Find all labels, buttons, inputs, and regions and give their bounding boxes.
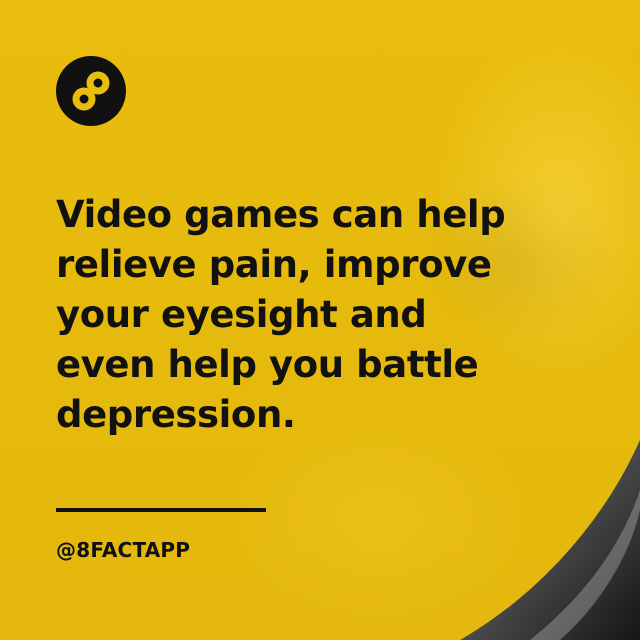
divider xyxy=(56,508,266,512)
account-handle: @8FACTAPP xyxy=(56,538,191,562)
fact-headline: Video games can help relieve pain, impro… xyxy=(56,193,506,436)
corner-photo xyxy=(460,440,640,640)
infinity-8-icon xyxy=(56,56,126,126)
fact-card: Video games can help relieve pain, impro… xyxy=(0,0,640,640)
